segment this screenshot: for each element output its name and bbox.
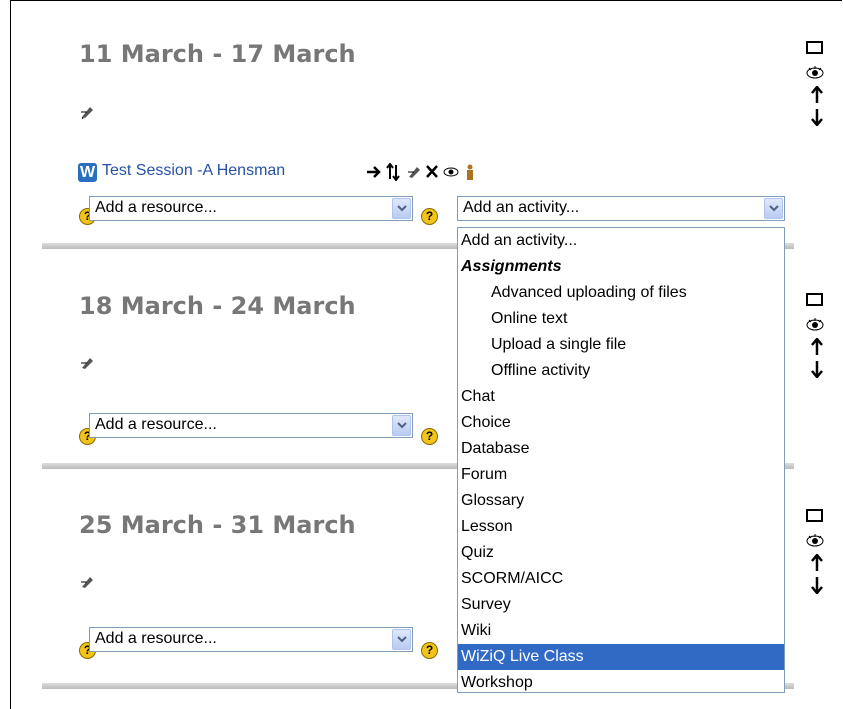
- add-resource-value: Add a resource...: [95, 630, 217, 647]
- add-resource-value: Add a resource...: [95, 416, 217, 433]
- hide-week-eye-icon[interactable]: [806, 318, 824, 337]
- dropdown-option[interactable]: Online text: [458, 306, 784, 332]
- help-icon[interactable]: ?: [421, 428, 438, 445]
- dropdown-option[interactable]: Workshop: [458, 670, 784, 696]
- hide-week-eye-icon[interactable]: [806, 534, 824, 553]
- dropdown-option[interactable]: SCORM/AICC: [458, 566, 784, 592]
- edit-summary-icon[interactable]: [80, 103, 96, 119]
- hide-eye-icon[interactable]: [443, 167, 459, 177]
- move-down-icon[interactable]: [811, 360, 823, 383]
- dropdown-option[interactable]: Lesson: [458, 514, 784, 540]
- chevron-down-icon[interactable]: [392, 629, 411, 650]
- highlight-week-icon[interactable]: [806, 509, 823, 522]
- week-title: 11 March - 17 March: [79, 40, 356, 68]
- add-activity-select[interactable]: Add an activity...: [457, 196, 785, 221]
- session-link[interactable]: Test Session -A Hensman: [102, 162, 285, 180]
- help-icon[interactable]: ?: [421, 208, 438, 225]
- move-down-icon[interactable]: [811, 576, 823, 599]
- dropdown-option[interactable]: Quiz: [458, 540, 784, 566]
- dropdown-option[interactable]: Database: [458, 436, 784, 462]
- edit-summary-icon[interactable]: [80, 573, 96, 589]
- dropdown-option[interactable]: Forum: [458, 462, 784, 488]
- dropdown-option[interactable]: Chat: [458, 384, 784, 410]
- dropdown-option[interactable]: Glossary: [458, 488, 784, 514]
- add-resource-select[interactable]: Add a resource...: [89, 196, 413, 221]
- dropdown-option[interactable]: Advanced uploading of files: [458, 280, 784, 306]
- dropdown-option[interactable]: Choice: [458, 410, 784, 436]
- session-edit-icons: [367, 162, 527, 182]
- dropdown-option[interactable]: Survey: [458, 592, 784, 618]
- chevron-down-icon[interactable]: [392, 415, 411, 436]
- dropdown-option[interactable]: Offline activity: [458, 358, 784, 384]
- hide-week-eye-icon[interactable]: [806, 66, 824, 85]
- dropdown-option[interactable]: Wiki: [458, 618, 784, 644]
- move-down-icon[interactable]: [811, 108, 823, 131]
- chevron-down-icon[interactable]: [764, 198, 783, 219]
- add-activity-value: Add an activity...: [463, 199, 580, 216]
- dropdown-group-label: Assignments: [461, 258, 562, 275]
- activity-dropdown-list[interactable]: Add an activity... Assignments Advanced up…: [457, 227, 785, 693]
- dropdown-option[interactable]: WiZiQ Live Class: [458, 644, 784, 670]
- delete-icon[interactable]: [426, 165, 438, 178]
- add-resource-select[interactable]: Add a resource...: [89, 627, 413, 652]
- edit-summary-icon[interactable]: [80, 354, 96, 370]
- chevron-down-icon[interactable]: [392, 198, 411, 219]
- week-title: 25 March - 31 March: [79, 511, 356, 539]
- dropdown-option[interactable]: Upload a single file: [458, 332, 784, 358]
- add-resource-value: Add a resource...: [95, 199, 217, 216]
- indent-right-icon[interactable]: [367, 166, 381, 178]
- edit-icon[interactable]: [408, 167, 420, 178]
- move-up-icon[interactable]: [811, 337, 823, 361]
- dropdown-option[interactable]: Add an activity...: [458, 228, 784, 254]
- move-up-icon[interactable]: [811, 553, 823, 577]
- highlight-week-icon[interactable]: [806, 293, 823, 306]
- move-icon[interactable]: [386, 162, 400, 182]
- week-title: 18 March - 24 March: [79, 292, 356, 320]
- move-up-icon[interactable]: [811, 85, 823, 109]
- group-mode-icon[interactable]: [467, 164, 473, 181]
- highlight-week-icon[interactable]: [806, 41, 823, 54]
- help-icon[interactable]: ?: [421, 642, 438, 659]
- wiziq-icon: W: [78, 163, 97, 182]
- add-resource-select[interactable]: Add a resource...: [89, 413, 413, 438]
